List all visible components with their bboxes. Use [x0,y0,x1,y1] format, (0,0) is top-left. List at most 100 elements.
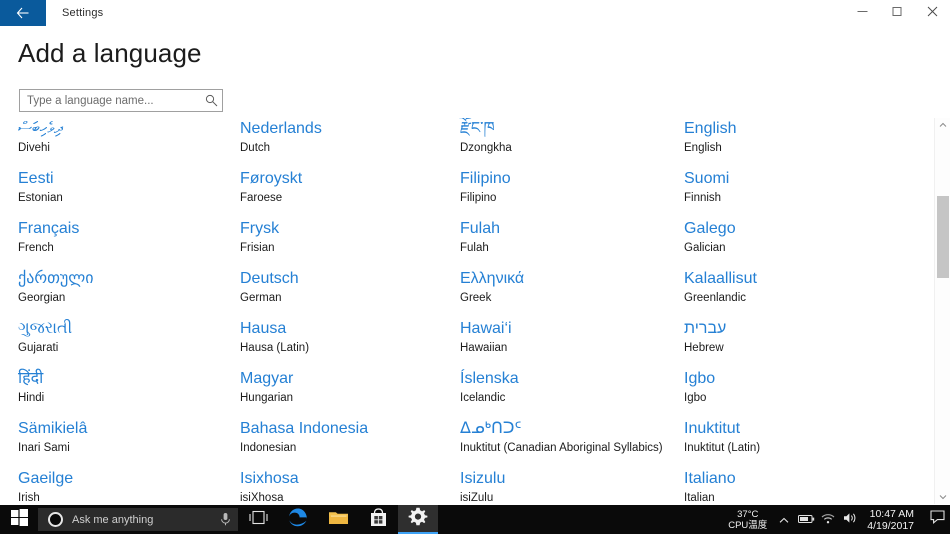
language-item[interactable]: Français French [18,218,240,268]
language-item[interactable]: Frysk Frisian [240,218,460,268]
window-controls [845,0,950,26]
file-explorer-icon [328,509,349,531]
network-status-button[interactable] [817,505,839,534]
language-item[interactable]: Kalaallisut Greenlandic [684,268,934,318]
language-item[interactable]: ગુજરાતી Gujarati [18,318,240,368]
language-item[interactable]: Italiano Italian [684,468,934,504]
language-item[interactable]: Føroyskt Faroese [240,168,460,218]
cpu-temperature-widget[interactable]: 37°C CPU温度 [722,505,773,534]
show-hidden-icons-button[interactable] [773,505,795,534]
language-item[interactable]: Inuktitut Inuktitut (Latin) [684,418,934,468]
settings-gear-icon [408,507,428,532]
taskbar-app-microsoft-store[interactable] [358,505,398,534]
language-native-name: Inuktitut [684,420,741,437]
scroll-down-arrow-icon[interactable] [935,490,950,504]
language-english-name: English [684,142,722,154]
language-native-name: हिंदी [18,370,44,387]
taskbar-app-task-view[interactable] [238,505,278,534]
windows-start-icon [10,508,28,531]
language-item[interactable]: Gaeilge Irish [18,468,240,504]
language-item[interactable]: English English [684,118,934,168]
language-native-name: ދިވެހިބަސް [18,120,63,137]
language-english-name: Greenlandic [684,292,747,304]
language-item[interactable]: ᐃᓄᒃᑎᑐᑦ Inuktitut (Canadian Aboriginal Syl… [460,418,684,468]
language-item[interactable]: ދިވެހިބަސް Divehi [18,118,240,168]
language-english-name: Inuktitut (Latin) [684,442,761,454]
language-item[interactable]: Isizulu isiZulu [460,468,684,504]
cortana-search-box[interactable]: Ask me anything [38,508,238,531]
language-native-name: Ελληνικά [460,270,525,287]
language-native-name: Italiano [684,470,736,487]
taskbar-app-edge[interactable] [278,505,318,534]
cpu-temp-value: 37°C [737,508,759,520]
edge-icon [288,507,309,533]
close-button[interactable] [915,0,950,26]
search-icon[interactable] [200,90,222,111]
language-native-name: Frysk [240,220,280,237]
taskbar-app-settings[interactable] [398,505,438,534]
battery-status-button[interactable] [795,505,817,534]
back-button[interactable] [0,0,46,26]
volume-button[interactable] [839,505,861,534]
language-english-name: Faroese [240,192,283,204]
action-center-button[interactable] [924,505,950,534]
language-native-name: Filipino [460,170,511,187]
language-item[interactable]: Galego Galician [684,218,934,268]
language-native-name: Igbo [684,370,716,387]
language-native-name: Hausa [240,320,287,337]
language-english-name: isiZulu [460,492,494,504]
taskbar-app-file-explorer[interactable] [318,505,358,534]
language-item[interactable]: རྫོང་ཁ Dzongkha [460,118,684,168]
language-item[interactable]: Nederlands Dutch [240,118,460,168]
action-center-icon [929,510,945,529]
language-english-name: Galician [684,242,726,254]
language-item[interactable]: Hawai‘i Hawaiian [460,318,684,368]
clock-date: 4/19/2017 [867,519,914,532]
language-native-name: English [684,120,737,137]
language-english-name: Fulah [460,242,489,254]
scrollbar-thumb[interactable] [937,196,949,278]
language-item[interactable]: ქართული Georgian [18,268,240,318]
language-native-name: עברית [684,320,727,337]
scroll-up-arrow-icon[interactable] [935,118,950,132]
cpu-temp-label: CPU温度 [728,519,768,531]
language-native-name: Íslenska [460,370,519,387]
cortana-placeholder: Ask me anything [72,513,154,526]
language-item[interactable]: Íslenska Icelandic [460,368,684,418]
language-english-name: Filipino [460,192,497,204]
language-english-name: Estonian [18,192,63,204]
language-item[interactable]: Fulah Fulah [460,218,684,268]
language-native-name: Magyar [240,370,294,387]
start-button[interactable] [0,505,38,534]
maximize-button[interactable] [880,0,915,26]
language-item[interactable]: Ελληνικά Greek [460,268,684,318]
language-english-name: Frisian [240,242,275,254]
language-item[interactable]: עברית Hebrew [684,318,934,368]
language-native-name: Eesti [18,170,54,187]
language-item[interactable]: Igbo Igbo [684,368,934,418]
language-english-name: Finnish [684,192,722,204]
language-item[interactable]: Filipino Filipino [460,168,684,218]
language-item[interactable]: Sämikielâ Inari Sami [18,418,240,468]
search-input[interactable] [20,90,200,111]
language-english-name: French [18,242,54,254]
minimize-button[interactable] [845,0,880,26]
clock-widget[interactable]: 10:47 AM 4/19/2017 [861,505,924,534]
language-item[interactable]: हिंदी Hindi [18,368,240,418]
language-search-box[interactable] [19,89,223,112]
language-english-name: Hebrew [684,342,724,354]
language-item[interactable]: Bahasa Indonesia Indonesian [240,418,460,468]
taskbar: Ask me anything 37°C CPU温度 10:47 AM 4/19… [0,505,950,534]
vertical-scrollbar[interactable] [934,118,950,504]
microphone-icon[interactable] [212,512,238,527]
language-list[interactable]: ދިވެހިބަސް Divehi Nederlands Dutch རྫོང་ཁ Dzo… [0,118,934,504]
language-item[interactable]: Hausa Hausa (Latin) [240,318,460,368]
language-item[interactable]: Eesti Estonian [18,168,240,218]
language-item[interactable]: Magyar Hungarian [240,368,460,418]
language-english-name: Divehi [18,142,50,154]
language-item[interactable]: Suomi Finnish [684,168,934,218]
language-item[interactable]: Deutsch German [240,268,460,318]
language-native-name: རྫོང་ཁ [460,120,495,137]
clock-time: 10:47 AM [869,507,914,520]
language-item[interactable]: Isixhosa isiXhosa [240,468,460,504]
